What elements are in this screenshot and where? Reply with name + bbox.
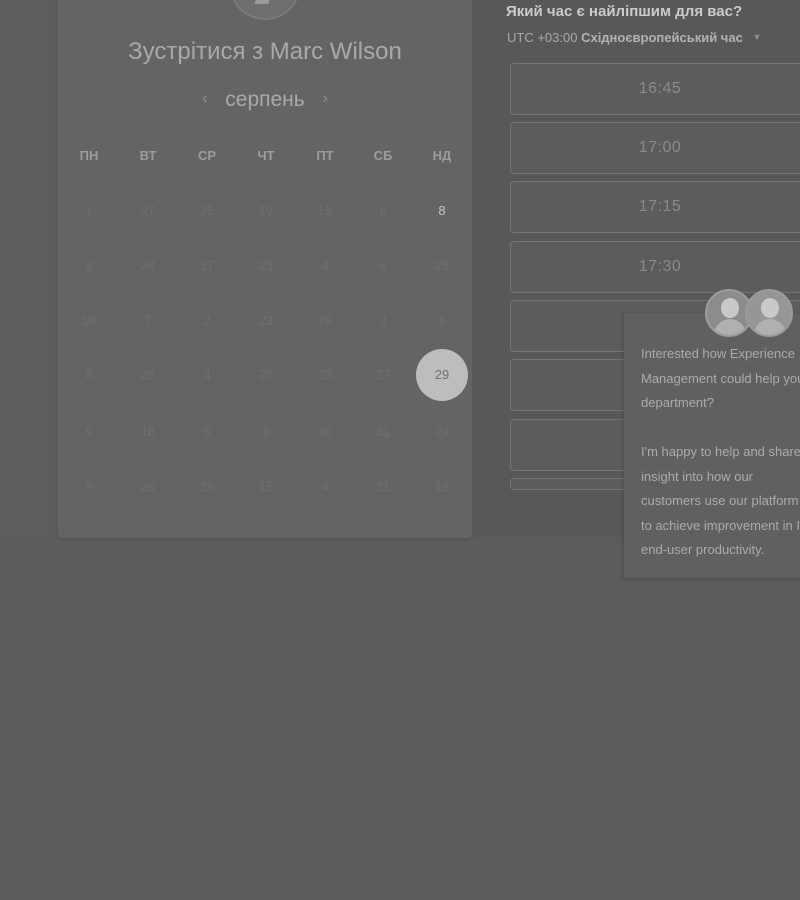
calendar-day: 27 (140, 203, 156, 218)
weekday-label: ВТ (139, 148, 157, 163)
calendar-day: 28 (140, 367, 156, 382)
calendar-day: 19 (434, 479, 450, 494)
time-slot-button[interactable]: 17:00 (510, 122, 800, 174)
scheduling-page: Зустрітися з Marc Wilson ‹ серпень › ПН В… (0, 0, 800, 900)
weekday-label: СБ (373, 148, 393, 163)
calendar-day: 29 (317, 313, 333, 328)
weekday-label: ПН (79, 148, 99, 163)
calendar-day: 8 (85, 367, 93, 382)
time-slot-button[interactable]: 16:45 (510, 63, 800, 115)
calendar-day: 31 (375, 424, 391, 439)
calendar-day: 6 (438, 313, 446, 328)
calendar-day: 27 (375, 367, 391, 382)
calendar-day: 6 (203, 424, 211, 439)
month-label: серпень (225, 88, 305, 111)
calendar-day: 9 (85, 479, 93, 494)
calendar-day: 6 (262, 424, 270, 439)
chat-message: Interested how Experience Management cou… (641, 346, 800, 557)
calendar-day: 4 (203, 367, 211, 382)
calendar-day: 30 (317, 424, 333, 439)
weekday-label: ЧТ (257, 148, 275, 163)
calendar-day: 4 (321, 258, 329, 273)
calendar-day: 2 (203, 313, 211, 328)
timezone-offset: UTC +03:00 (507, 30, 578, 45)
calendar-day: 26 (140, 479, 156, 494)
calendar-day: 18 (140, 424, 156, 439)
calendar-day: 6 (379, 203, 387, 218)
calendar-day: 8 (85, 258, 93, 273)
calendar-day: 23 (258, 313, 274, 328)
calendar-day: 23 (258, 258, 274, 273)
calendar-day: 24 (434, 424, 450, 439)
weekday-label: ПТ (316, 148, 334, 163)
calendar-day: 3 (379, 313, 387, 328)
chat-agent-avatar[interactable] (745, 289, 793, 337)
weekday-label: СР (197, 148, 217, 163)
meeting-title: Зустрітися з Marc Wilson (128, 38, 402, 65)
calendar-day: 29 (199, 479, 215, 494)
calendar-day: 4 (321, 479, 329, 494)
calendar-day: 10 (81, 313, 97, 328)
weekday-label: НД (432, 148, 452, 163)
month-navigation: ‹ серпень › (58, 88, 472, 112)
calendar-day-available[interactable]: 8 (417, 203, 467, 218)
chevron-left-icon[interactable]: ‹ (190, 90, 219, 108)
calendar-day: 25 (434, 258, 450, 273)
calendar-day: 17 (199, 258, 215, 273)
calendar-day: 15 (258, 479, 274, 494)
calendar-day: 9 (85, 424, 93, 439)
calendar-day: 20 (258, 367, 274, 382)
chevron-right-icon[interactable]: › (311, 90, 340, 108)
calendar-day: 1 (85, 203, 93, 218)
calendar-day: 24 (140, 258, 156, 273)
calendar-day: 25 (199, 203, 215, 218)
calendar-day: 7 (144, 313, 152, 328)
timezone-selector[interactable]: UTC +03:00 Східноєвропейський час ▼ (507, 30, 761, 45)
caret-down-icon: ▼ (752, 32, 762, 42)
time-slot-button[interactable]: 17:30 (510, 241, 800, 293)
time-question: Який час є найліпшим для вас? (506, 3, 743, 20)
calendar-day: 19 (258, 203, 274, 218)
calendar-day: 6 (379, 258, 387, 273)
calendar-day: 23 (317, 367, 333, 382)
time-slot-button[interactable]: 17:15 (510, 181, 800, 233)
timezone-name: Східноєвропейський час (581, 30, 743, 45)
calendar-day: 15 (317, 203, 333, 218)
calendar-day-selected[interactable]: 29 (416, 349, 468, 401)
calendar-day: 21 (375, 479, 391, 494)
